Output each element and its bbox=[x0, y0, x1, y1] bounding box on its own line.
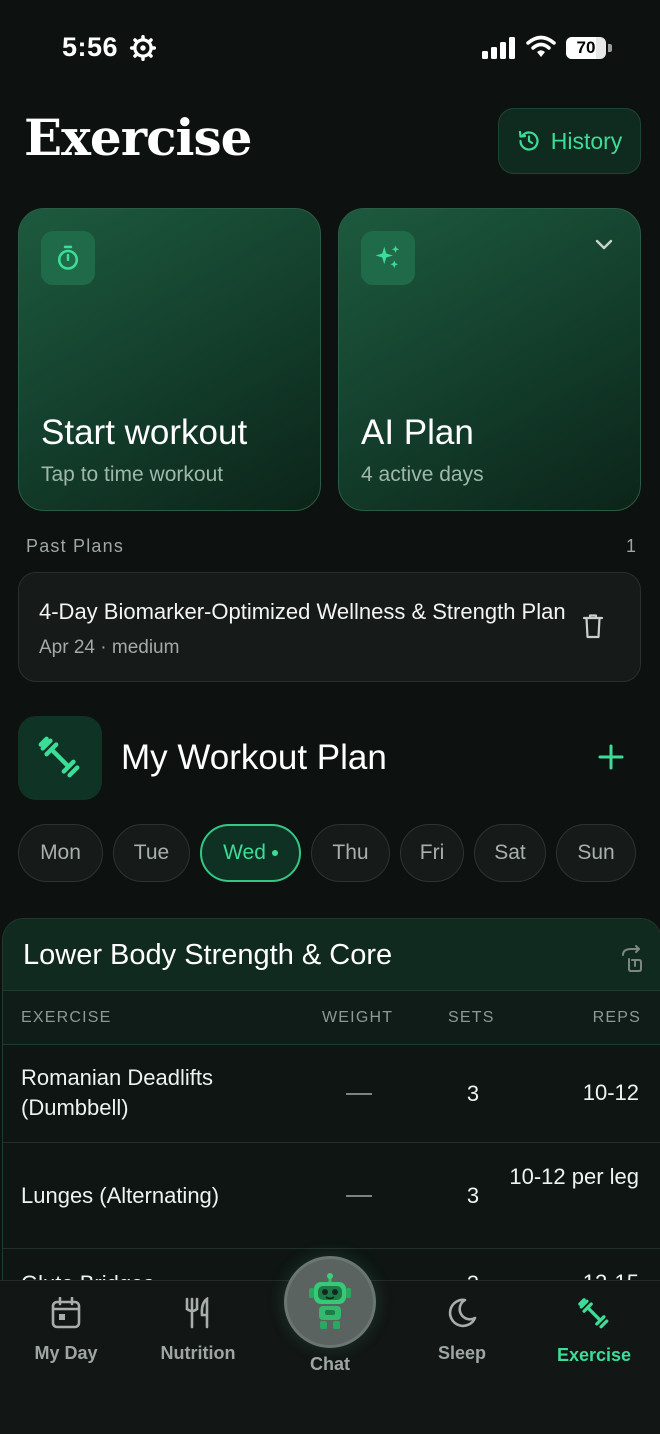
exercise-name: Romanian Deadlifts (Dumbbell) bbox=[21, 1065, 213, 1120]
nav-label: My Day bbox=[34, 1343, 98, 1363]
trash-icon[interactable] bbox=[582, 613, 604, 639]
day-pill-thu[interactable]: Thu bbox=[311, 824, 390, 882]
weight-empty bbox=[346, 1093, 372, 1095]
exercise-name: Lunges (Alternating) bbox=[21, 1183, 220, 1208]
status-bar: 5:56 70 bbox=[0, 0, 660, 96]
day-pill-sun[interactable]: Sun bbox=[556, 824, 636, 882]
table-header: Lower Body Strength & Core bbox=[3, 919, 660, 991]
dumbbell-icon bbox=[578, 1298, 609, 1329]
sparkles-icon bbox=[375, 245, 400, 268]
fork-knife-icon bbox=[185, 1297, 209, 1329]
history-icon bbox=[518, 130, 539, 151]
day-label: Fri bbox=[419, 841, 445, 864]
day-pill-wed[interactable]: Wed bbox=[200, 824, 301, 882]
start-workout-subtitle: Tap to time workout bbox=[41, 463, 224, 486]
nav-item-nutrition[interactable]: Nutrition bbox=[132, 1297, 264, 1387]
nav-label: Sleep bbox=[437, 1343, 487, 1363]
swap-icon[interactable] bbox=[619, 945, 645, 973]
moon-icon bbox=[448, 1298, 477, 1328]
sparkles-icon-tile bbox=[361, 231, 415, 285]
table-row[interactable]: Romanian Deadlifts (Dumbbell) 3 10-12 bbox=[3, 1045, 660, 1143]
chat-button[interactable] bbox=[284, 1256, 376, 1348]
history-label: History bbox=[550, 127, 623, 154]
table-column-headers: EXERCISE WEIGHT SETS REPS bbox=[3, 991, 660, 1045]
day-pill-fri[interactable]: Fri bbox=[400, 824, 464, 882]
page-title: Exercise bbox=[24, 108, 252, 167]
battery-level: 70 bbox=[576, 38, 596, 57]
status-time: 5:56 bbox=[62, 32, 119, 62]
nav-label-chat: Chat bbox=[310, 1354, 350, 1374]
add-icon[interactable] bbox=[596, 742, 626, 772]
past-plan-item[interactable]: 4-Day Biomarker-Optimized Wellness & Str… bbox=[18, 572, 641, 682]
stopwatch-icon bbox=[57, 245, 79, 270]
wifi-icon bbox=[526, 35, 556, 57]
active-day-dot bbox=[271, 850, 278, 856]
dumbbell-icon bbox=[38, 736, 80, 778]
history-button[interactable]: History bbox=[498, 108, 641, 174]
nav-label: Nutrition bbox=[160, 1343, 236, 1363]
day-pill-tue[interactable]: Tue bbox=[113, 824, 190, 882]
col-header-exercise: EXERCISE bbox=[21, 1009, 112, 1026]
ai-plan-card[interactable]: AI Plan 4 active days bbox=[338, 208, 641, 511]
col-header-reps: REPS bbox=[592, 1009, 641, 1026]
sets-value: 3 bbox=[466, 1183, 480, 1208]
start-workout-card[interactable]: Start workout Tap to time workout bbox=[18, 208, 321, 511]
ai-plan-title: AI Plan bbox=[361, 413, 474, 452]
nav-label: Exercise bbox=[556, 1345, 632, 1365]
nav-item-my-day[interactable]: My Day bbox=[0, 1297, 132, 1387]
ai-plan-subtitle: 4 active days bbox=[361, 463, 484, 486]
cellular-signal-icon bbox=[482, 37, 515, 59]
reps-value: 10-12 per leg bbox=[509, 1164, 639, 1189]
workout-plan-icon-tile bbox=[18, 716, 102, 800]
robot-icon bbox=[309, 1273, 351, 1329]
reps-value: 10-12 bbox=[582, 1080, 639, 1105]
gear-icon bbox=[130, 35, 156, 61]
past-plans-count: 1 bbox=[625, 536, 636, 556]
day-pill-sat[interactable]: Sat bbox=[474, 824, 546, 882]
table-row[interactable]: Lunges (Alternating) 3 10-12 per leg bbox=[3, 1143, 660, 1249]
workout-day-title: Lower Body Strength & Core bbox=[23, 939, 393, 971]
day-label: Sat bbox=[494, 841, 526, 864]
start-workout-title: Start workout bbox=[41, 413, 248, 452]
weight-empty bbox=[346, 1195, 372, 1197]
nav-item-exercise[interactable]: Exercise bbox=[528, 1297, 660, 1387]
nav-item-sleep[interactable]: Sleep bbox=[396, 1297, 528, 1387]
day-label: Sun bbox=[577, 841, 615, 864]
day-label: Thu bbox=[332, 841, 369, 864]
stopwatch-icon-tile bbox=[41, 231, 95, 285]
past-plan-meta: Apr 24 · medium bbox=[39, 637, 180, 658]
col-header-sets: SETS bbox=[448, 1009, 495, 1026]
day-label: Tue bbox=[133, 841, 170, 864]
sets-value: 3 bbox=[466, 1081, 480, 1106]
battery-indicator: 70 bbox=[566, 37, 612, 59]
col-header-weight: WEIGHT bbox=[322, 1009, 394, 1026]
chevron-down-icon[interactable] bbox=[594, 237, 614, 251]
past-plans-label: Past Plans bbox=[26, 536, 125, 556]
day-label: Wed bbox=[223, 841, 266, 864]
workout-plan-title: My Workout Plan bbox=[121, 738, 387, 777]
calendar-icon bbox=[51, 1297, 81, 1329]
day-label: Mon bbox=[40, 841, 81, 864]
past-plan-title: 4-Day Biomarker-Optimized Wellness & Str… bbox=[39, 599, 566, 624]
day-pill-mon[interactable]: Mon bbox=[18, 824, 103, 882]
